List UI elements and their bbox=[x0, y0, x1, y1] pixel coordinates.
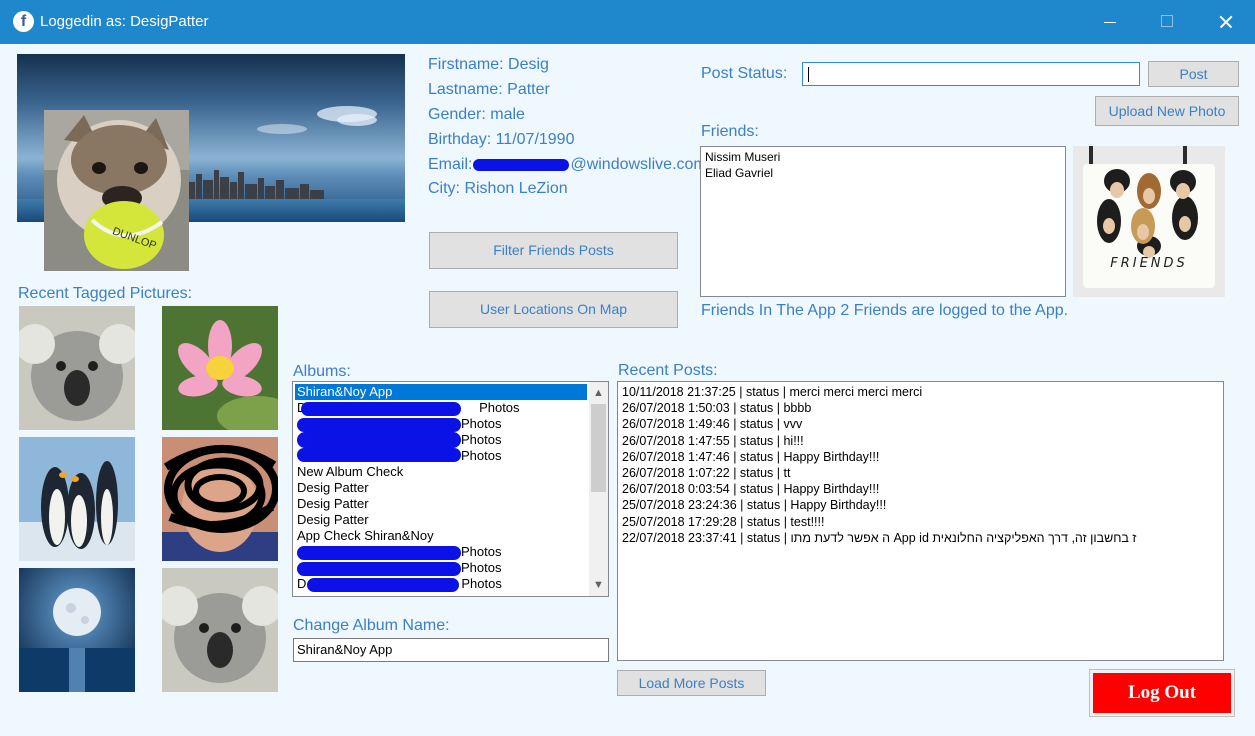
email-redaction bbox=[473, 158, 570, 171]
post-item[interactable]: 25/07/2018 17:29:28 | status | test!!!! bbox=[622, 514, 1219, 530]
log-out-button[interactable]: Log Out bbox=[1089, 669, 1235, 717]
post-item[interactable]: 26/07/2018 1:47:55 | status | hi!!! bbox=[622, 433, 1219, 449]
post-button[interactable]: Post bbox=[1148, 61, 1239, 87]
friends-summary: Friends In The App 2 Friends are logged … bbox=[701, 302, 1069, 319]
post-item[interactable]: 22/07/2018 23:37:41 | status | ה אפשר לד… bbox=[622, 530, 1219, 546]
album-item[interactable]: App Check Shiran&Noy bbox=[295, 528, 587, 544]
facebook-icon: f bbox=[13, 11, 34, 32]
albums-label: Albums: bbox=[293, 363, 351, 380]
post-status-input[interactable] bbox=[802, 62, 1140, 86]
title-bar: f Loggedin as: DesigPatter bbox=[0, 0, 1255, 44]
post-item[interactable]: 10/11/2018 21:37:25 | status | merci mer… bbox=[622, 384, 1219, 400]
change-album-name-label: Change Album Name: bbox=[293, 617, 450, 634]
user-locations-button[interactable]: User Locations On Map bbox=[429, 291, 678, 328]
redaction-mark bbox=[307, 578, 459, 592]
post-item[interactable]: 26/07/2018 1:50:03 | status | bbbb bbox=[622, 400, 1219, 416]
tagged-picture-scribbled[interactable] bbox=[162, 437, 278, 561]
tagged-picture-flower[interactable] bbox=[162, 306, 278, 430]
city-label: City: Rishon LeZion bbox=[428, 180, 568, 197]
redaction-mark bbox=[297, 546, 461, 560]
load-more-posts-button[interactable]: Load More Posts bbox=[617, 670, 766, 696]
friends-caption: FRIENDS bbox=[1110, 256, 1188, 271]
window-title: Loggedin as: DesigPatter bbox=[40, 13, 209, 30]
list-item[interactable]: Eliad Gavriel bbox=[705, 165, 1061, 181]
album-item[interactable]: Desig Patter bbox=[295, 496, 587, 512]
close-icon[interactable] bbox=[1196, 0, 1254, 44]
album-item[interactable]: Shiran&Noy App bbox=[295, 384, 587, 400]
tagged-picture-penguins[interactable] bbox=[19, 437, 135, 561]
recent-posts-list[interactable]: 10/11/2018 21:37:25 | status | merci mer… bbox=[617, 381, 1224, 661]
maximize-icon[interactable] bbox=[1138, 0, 1196, 44]
friends-list[interactable]: Nissim Museri Eliad Gavriel bbox=[700, 146, 1066, 297]
text-caret bbox=[808, 67, 809, 82]
post-item[interactable]: 26/07/2018 1:07:22 | status | tt bbox=[622, 465, 1219, 481]
lastname-label: Lastname: Patter bbox=[428, 81, 550, 98]
post-item[interactable]: 26/07/2018 1:47:46 | status | Happy Birt… bbox=[622, 449, 1219, 465]
scroll-up-icon[interactable]: ▲ bbox=[589, 384, 608, 402]
email-suffix: @windowslive.com bbox=[570, 156, 707, 173]
album-item[interactable]: Desig Patter bbox=[295, 512, 587, 528]
birthday-label: Birthday: 11/07/1990 bbox=[428, 131, 575, 148]
gender-label: Gender: male bbox=[428, 106, 525, 123]
firstname-label: Firstname: Desig bbox=[428, 56, 549, 73]
minimize-icon[interactable] bbox=[1082, 0, 1140, 44]
post-item[interactable]: 26/07/2018 0:03:54 | status | Happy Birt… bbox=[622, 481, 1219, 497]
tagged-pictures-label: Recent Tagged Pictures: bbox=[18, 285, 193, 302]
redaction-mark bbox=[297, 432, 461, 448]
scrollbar-thumb[interactable] bbox=[591, 404, 606, 492]
album-item[interactable]: New Album Check bbox=[295, 464, 587, 480]
friends-label: Friends: bbox=[701, 123, 759, 140]
scroll-down-icon[interactable]: ▼ bbox=[589, 576, 608, 594]
recent-posts-label: Recent Posts: bbox=[618, 362, 718, 379]
album-item-label: Shiran&Noy App bbox=[297, 384, 393, 399]
redaction-mark bbox=[301, 402, 461, 416]
log-out-label: Log Out bbox=[1093, 673, 1231, 713]
profile-picture: DUNLOP bbox=[44, 110, 189, 271]
tagged-picture-koala-2[interactable] bbox=[162, 568, 278, 692]
friend-picture: FRIENDS bbox=[1073, 146, 1225, 297]
filter-friends-posts-button[interactable]: Filter Friends Posts bbox=[429, 232, 678, 269]
redaction-mark bbox=[297, 562, 461, 576]
tagged-picture-moon[interactable] bbox=[19, 568, 135, 692]
redaction-mark bbox=[297, 418, 461, 432]
post-status-label: Post Status: bbox=[701, 65, 788, 82]
albums-list[interactable]: Shiran&Noy App DPPhotos Photos Photos Ph… bbox=[292, 381, 609, 597]
upload-photo-button[interactable]: Upload New Photo bbox=[1095, 96, 1239, 126]
album-name-input[interactable]: Shiran&Noy App bbox=[293, 638, 609, 662]
redaction-mark bbox=[297, 448, 461, 462]
tagged-picture-koala[interactable] bbox=[19, 306, 135, 430]
post-item[interactable]: 25/07/2018 23:24:36 | status | Happy Bir… bbox=[622, 497, 1219, 513]
email-prefix: Email: bbox=[428, 156, 473, 173]
album-item[interactable]: Desig Patter bbox=[295, 480, 587, 496]
list-item[interactable]: Nissim Museri bbox=[705, 149, 1061, 165]
post-item[interactable]: 26/07/2018 1:49:46 | status | vvv bbox=[622, 416, 1219, 432]
email-label: Email: @windowslive.com bbox=[428, 156, 707, 174]
